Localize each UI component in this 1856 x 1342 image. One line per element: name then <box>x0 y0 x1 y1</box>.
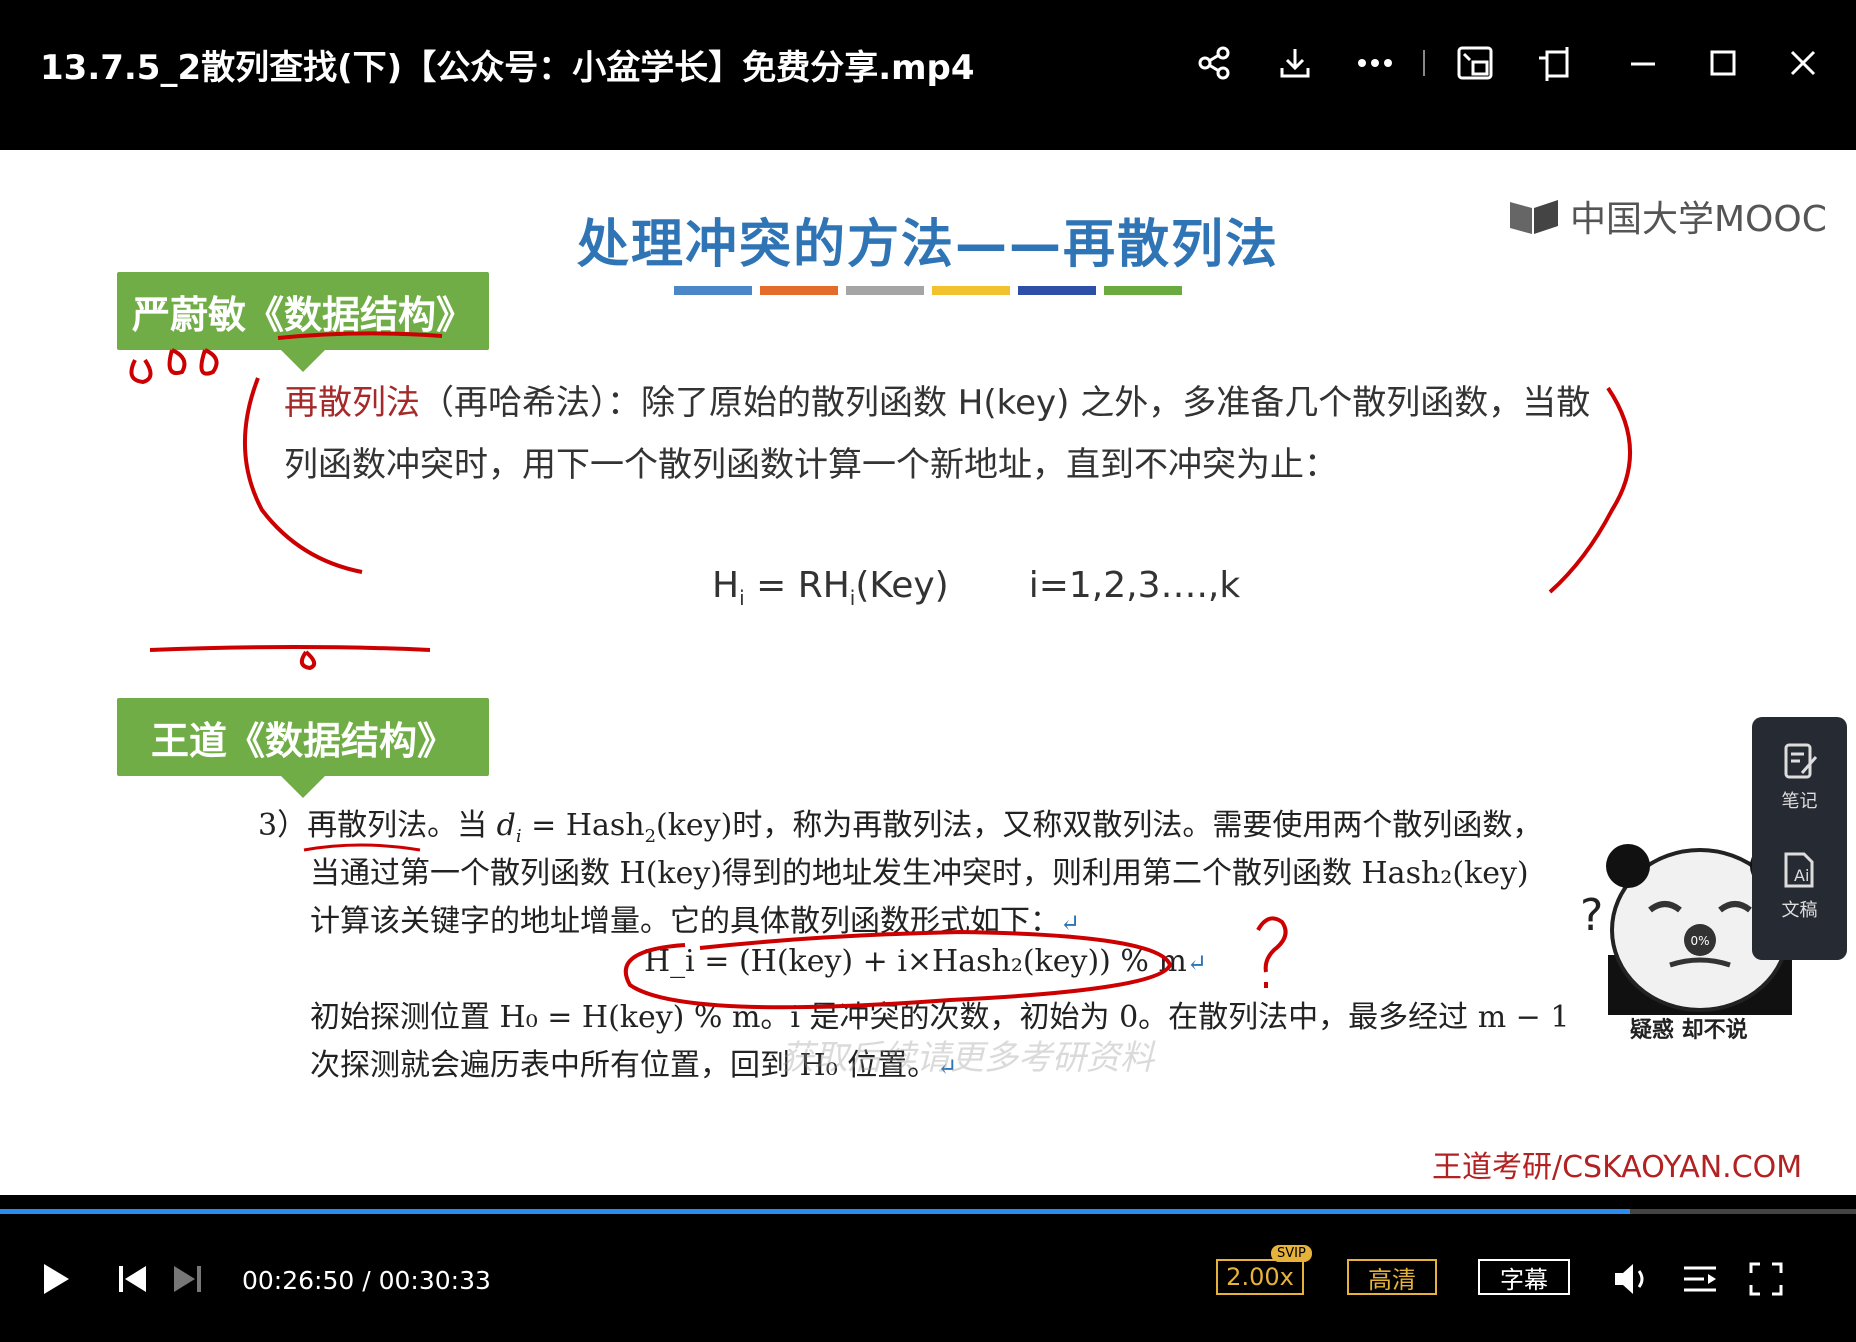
sticker-progress: 0% <box>1690 934 1709 948</box>
mooc-logo-text: 中国大学MOOC <box>1570 199 1827 240</box>
volume-button[interactable] <box>1612 1259 1654 1299</box>
rehash-formula: Hi = RHi(Key) i=1,2,3….,k <box>712 565 1240 610</box>
excerpt-formula: H_i = (H(key) + i×Hash₂(key)) % m↵ <box>644 944 1207 979</box>
fullscreen-button[interactable] <box>1746 1259 1786 1299</box>
skip-previous-icon <box>119 1266 146 1292</box>
rotate-icon[interactable] <box>1530 38 1580 88</box>
notes-label: 笔记 <box>1781 791 1818 812</box>
formula-key: (Key) <box>855 565 949 606</box>
formula-h: H <box>712 565 740 606</box>
excerpt-line: 计算该关键字的地址增量。它的具体散列函数形式如下：↵ <box>310 904 1081 939</box>
download-icon[interactable] <box>1270 38 1320 88</box>
time-display: 00:26:50 / 00:30:33 <box>242 1266 491 1295</box>
watermark: 获取后续请更多考研资料 <box>780 1038 1154 1078</box>
playback-speed-button[interactable]: 2.00x <box>1216 1259 1304 1295</box>
maximize-icon[interactable] <box>1698 38 1748 88</box>
formula-range: i=1,2,3….,k <box>1028 565 1241 606</box>
notes-icon <box>1784 743 1817 779</box>
more-icon[interactable] <box>1350 38 1400 88</box>
video-frame[interactable]: 处理冲突的方法——再散列法 中国大学MOOC 严蔚敏《数据结构》 再散列法（再哈… <box>0 150 1856 1195</box>
side-panel: 笔记 Ai 文稿 <box>1752 717 1847 960</box>
seek-bar-progress <box>0 1209 1630 1214</box>
minimize-icon[interactable] <box>1618 38 1668 88</box>
window-title: 13.7.5_2散列查找(下)【公众号：小盆学长】免费分享.mp4 <box>40 48 975 88</box>
skip-next-icon <box>174 1266 201 1292</box>
play-icon <box>44 1264 69 1294</box>
previous-button[interactable] <box>112 1261 152 1297</box>
title-bar: 13.7.5_2散列查找(下)【公众号：小盆学长】免费分享.mp4 <box>0 0 1856 145</box>
play-button[interactable] <box>36 1259 76 1299</box>
excerpt-line: 当通过第一个散列函数 H(key)得到的地址发生冲突时，则利用第二个散列函数 H… <box>310 856 1529 891</box>
transcript-label: 文稿 <box>1781 900 1818 921</box>
notes-button[interactable]: 笔记 <box>1752 741 1847 813</box>
share-icon[interactable] <box>1189 38 1239 88</box>
title-separator <box>1423 50 1425 76</box>
svg-text:Ai: Ai <box>1794 866 1809 885</box>
book-icon <box>1510 200 1558 234</box>
color-bar <box>1104 286 1182 295</box>
wangdao-tag: 王道《数据结构》 <box>117 698 489 798</box>
rehash-term: 再散列法 <box>284 383 420 423</box>
color-bar <box>1018 286 1096 295</box>
player-controls: 00:26:50 / 00:30:33 2.00x SVIP 高清 字幕 <box>0 1215 1856 1342</box>
close-icon[interactable] <box>1778 38 1828 88</box>
svip-badge: SVIP <box>1271 1245 1312 1262</box>
formula-rh: = RH <box>744 565 850 606</box>
rehash-description: （再哈希法）：除了原始的散列函数 H(key) 之外，多准备几个散列函数，当散列… <box>284 383 1591 485</box>
title-color-bars <box>674 286 1182 295</box>
yan-weimin-tag: 严蔚敏《数据结构》 <box>117 272 489 372</box>
color-bar <box>760 286 838 295</box>
playlist-button[interactable] <box>1680 1259 1720 1299</box>
transcript-button[interactable]: Ai 文稿 <box>1752 850 1847 922</box>
color-bar <box>846 286 924 295</box>
fullscreen-icon <box>1749 1262 1783 1296</box>
transcript-icon: Ai <box>1784 852 1813 888</box>
volume-icon <box>1615 1264 1644 1294</box>
next-button[interactable] <box>168 1261 208 1297</box>
color-bar <box>674 286 752 295</box>
seek-bar[interactable] <box>0 1209 1856 1214</box>
rehash-definition: 再散列法（再哈希法）：除了原始的散列函数 H(key) 之外，多准备几个散列函数… <box>284 372 1624 496</box>
excerpt-line: 3）再散列法。当 di = Hash2(key)时，称为再散列法，又称双散列法。… <box>258 808 1543 847</box>
quality-button[interactable]: 高清 <box>1347 1259 1437 1295</box>
picture-in-picture-icon[interactable] <box>1450 38 1500 88</box>
color-bar <box>932 286 1010 295</box>
mooc-logo: 中国大学MOOC <box>1508 190 1827 242</box>
sticker-caption: 疑惑 却不说 <box>1630 1018 1748 1043</box>
site-watermark: 王道考研/CSKAOYAN.COM <box>1432 1150 1803 1185</box>
subtitle-button[interactable]: 字幕 <box>1478 1259 1570 1295</box>
playlist-icon <box>1684 1266 1716 1292</box>
